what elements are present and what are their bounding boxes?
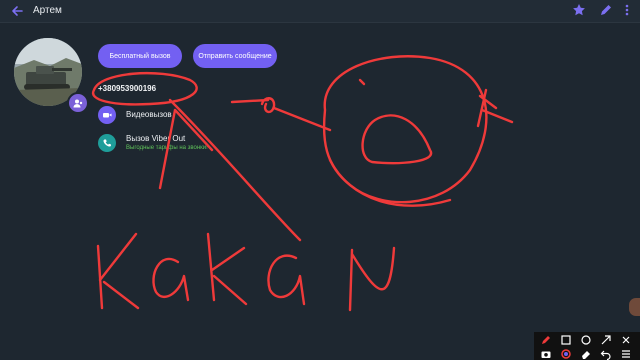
rectangle-icon[interactable]: [560, 334, 572, 346]
annotation-overlay: [91, 55, 514, 312]
face-head-stroke: [322, 55, 488, 204]
camera-icon[interactable]: [540, 348, 552, 360]
arm-stroke: [230, 97, 332, 132]
letter-a2-stroke: [267, 254, 306, 306]
face-mouth-stroke: [361, 114, 433, 165]
pen-icon[interactable]: [540, 334, 552, 346]
letter-a1-stroke: [152, 257, 190, 302]
letter-k2-stroke: [206, 232, 248, 306]
drawing-toolbar: [534, 332, 640, 360]
phone-circle-stroke: [91, 71, 198, 106]
arrowhead-stroke: [158, 108, 214, 190]
face-eye-stroke: [358, 78, 366, 86]
palette-icon[interactable]: [560, 348, 572, 360]
close-icon[interactable]: [620, 334, 632, 346]
menu-icon[interactable]: [620, 348, 632, 360]
eraser-icon[interactable]: [580, 348, 592, 360]
arrow-icon[interactable]: [600, 334, 612, 346]
letter-n-stroke: [348, 246, 396, 312]
letter-k1-stroke: [96, 232, 140, 310]
face-chin-stroke: [328, 158, 452, 207]
undo-icon[interactable]: [600, 348, 612, 360]
arrow-stroke: [168, 98, 302, 242]
circle-icon[interactable]: [580, 334, 592, 346]
side-drawer-handle[interactable]: [629, 298, 640, 316]
